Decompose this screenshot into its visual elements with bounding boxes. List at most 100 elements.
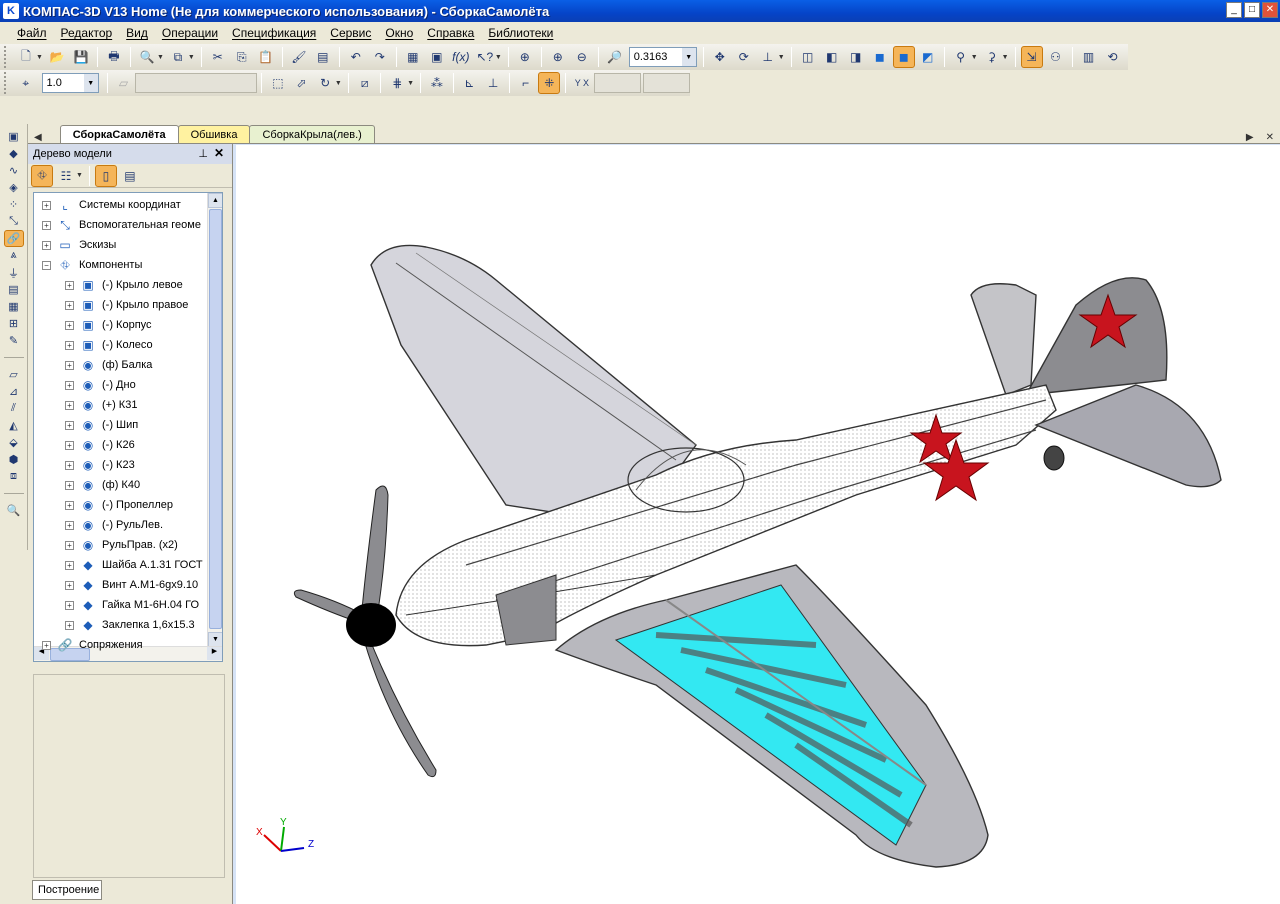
tree-item[interactable]: + ▭ Эскизы [42,235,116,255]
coord-y-field[interactable] [642,73,691,93]
tree-item[interactable]: + ◆ Винт А.М1-6gx9.10 [65,575,198,595]
chevron-down-icon[interactable]: ▼ [681,48,696,66]
scroll-down-icon[interactable]: ▼ [208,632,222,647]
chevron-down-icon[interactable]: ▼ [76,172,83,179]
menu-view[interactable]: Вид [119,26,155,40]
menu-help[interactable]: Справка [420,26,481,40]
expand-icon[interactable]: + [65,340,74,350]
axes-step-icon[interactable]: ⊥ [482,72,504,94]
tree-item[interactable]: + ⌞ Системы координат [42,195,181,215]
toolbar-sheet-icon[interactable]: ▱ [4,366,24,383]
tab-assembly[interactable]: СборкаСамолёта [59,125,179,143]
toolbar-flange-icon[interactable]: ⫽ [4,400,24,417]
expand-icon[interactable]: + [65,540,74,550]
expand-icon[interactable]: + [65,560,74,570]
tree-vscroll[interactable]: ▲ ▼ [207,193,222,647]
tree-item[interactable]: + ▣ (-) Крыло левое [65,275,183,295]
halftone-edges-icon[interactable]: ◼ [892,46,915,68]
select-filter-icon[interactable]: ⇲ [1020,46,1043,68]
tree-item[interactable]: + ▣ (-) Колесо [65,335,153,355]
coords-icon[interactable]: Y X [571,72,593,94]
tree-item[interactable]: + 🔗 Сопряжения [42,635,143,655]
properties-icon[interactable]: ⧉ [167,46,189,68]
tree-structure-icon[interactable]: ⛗ [31,164,53,187]
minimize-button[interactable]: _ [1226,2,1242,18]
close-tab-icon[interactable]: ✕ [1260,132,1280,143]
zoom-out-icon[interactable]: ⊖ [571,46,593,68]
tree-item[interactable]: + ◉ (-) Дно [65,375,136,395]
kompas-app-icon[interactable]: K [3,3,19,19]
close-button[interactable]: ✕ [1262,2,1278,18]
toolbar-grip[interactable] [4,46,10,68]
rotate-step-icon[interactable]: ↻ [314,72,336,94]
expand-icon[interactable]: + [65,380,74,390]
orientation-plane-icon[interactable]: ⬚ [267,72,289,94]
rotate-icon[interactable]: ⟳ [733,46,755,68]
close-panel-icon[interactable]: ✕ [214,146,224,160]
wireframe-icon[interactable]: ◫ [797,46,819,68]
menu-file[interactable]: Файл [10,26,54,40]
expand-icon[interactable]: + [65,300,74,310]
toolbar-measure-icon[interactable]: ⩓ [4,247,24,264]
expand-icon[interactable]: + [65,520,74,530]
toolbar-arrays-icon[interactable]: ⁘ [4,196,24,213]
scroll-up-icon[interactable]: ▲ [208,193,222,208]
expand-icon[interactable]: + [65,460,74,470]
layer-icon[interactable]: ▱ [113,72,135,94]
tab-wing-assembly[interactable]: СборкаКрыла(лев.) [249,125,375,143]
expand-icon[interactable]: + [65,580,74,590]
toolbar-part-icon[interactable]: ◆ [4,145,24,162]
expand-icon[interactable]: + [42,640,51,650]
zoom-window-icon[interactable]: ⊕ [514,46,536,68]
scroll-thumb[interactable] [209,209,222,629]
expand-icon[interactable]: + [65,600,74,610]
toolbar-box-icon[interactable]: ⧈ [4,468,24,485]
toolbar-elements-icon[interactable]: ⊞ [4,315,24,332]
expand-icon[interactable]: + [42,220,51,230]
snap-icon[interactable]: ⚳ [981,46,1003,68]
save-icon[interactable]: 💾 [70,46,92,68]
cut-icon[interactable]: ✂ [207,46,229,68]
orientation-icon[interactable]: ⊥ [757,46,779,68]
chevron-down-icon[interactable]: ▼ [495,54,502,61]
collapse-icon[interactable]: − [42,260,51,270]
toolbar-stamp-icon[interactable]: ⬙ [4,434,24,451]
zoom-in-icon[interactable]: ⊕ [547,46,569,68]
step-field[interactable]: 1.0 ▼ [41,73,99,93]
expand-icon[interactable]: + [42,240,51,250]
spec-icon[interactable]: ▥ [1078,46,1100,68]
tree-item[interactable]: + ◆ Шайба А.1.31 ГОСТ [65,555,203,575]
new-doc-icon[interactable]: 🗋 [15,46,37,68]
toolbar-bend-icon[interactable]: ⊿ [4,383,24,400]
measure-icon[interactable]: ⚇ [1045,46,1067,68]
grid-icon[interactable]: ⋕ [386,72,408,94]
tree-item[interactable]: + ◉ (ф) К40 [65,475,140,495]
menu-window[interactable]: Окно [378,26,420,40]
filter-icon[interactable]: ⚲ [950,46,972,68]
tab-construction[interactable]: Построение [32,880,102,900]
toolbar-surfaces-icon[interactable]: ◈ [4,179,24,196]
undo-icon[interactable]: ↶ [345,46,367,68]
expand-icon[interactable]: + [65,280,74,290]
tree-item[interactable]: + ◉ (-) РульЛев. [65,515,163,535]
pan-icon[interactable]: ✥ [709,46,731,68]
manager-icon[interactable]: ▦ [402,46,424,68]
chevron-down-icon[interactable]: ▼ [188,54,195,61]
tree-item[interactable]: + ◉ (+) К31 [65,395,137,415]
zoom-field[interactable]: 0.3163 ▼ [628,47,697,67]
toolbar-spec-icon[interactable]: ▤ [4,281,24,298]
halftone-icon[interactable]: ◼ [869,46,891,68]
layer-field[interactable] [135,73,258,93]
rebuild-icon[interactable]: ⟲ [1102,46,1124,68]
chevron-down-icon[interactable]: ▼ [407,80,414,87]
toolbar-mates-icon[interactable]: 🔗 [3,230,24,247]
hidden-lines-icon[interactable]: ◧ [821,46,843,68]
tree-item[interactable]: + ▣ (-) Крыло правое [65,295,188,315]
toolbar-search-icon[interactable]: 🔍 [4,502,24,519]
tree-item[interactable]: + ◉ (-) К26 [65,435,135,455]
toolbar-filters-icon[interactable]: ⏚ [4,264,24,281]
variables-icon[interactable]: f(x) [450,46,472,68]
tree-view-icon[interactable]: ▯ [94,164,117,187]
maximize-button[interactable]: □ [1244,2,1260,18]
format-brush-icon[interactable]: 🖌 [288,46,310,68]
